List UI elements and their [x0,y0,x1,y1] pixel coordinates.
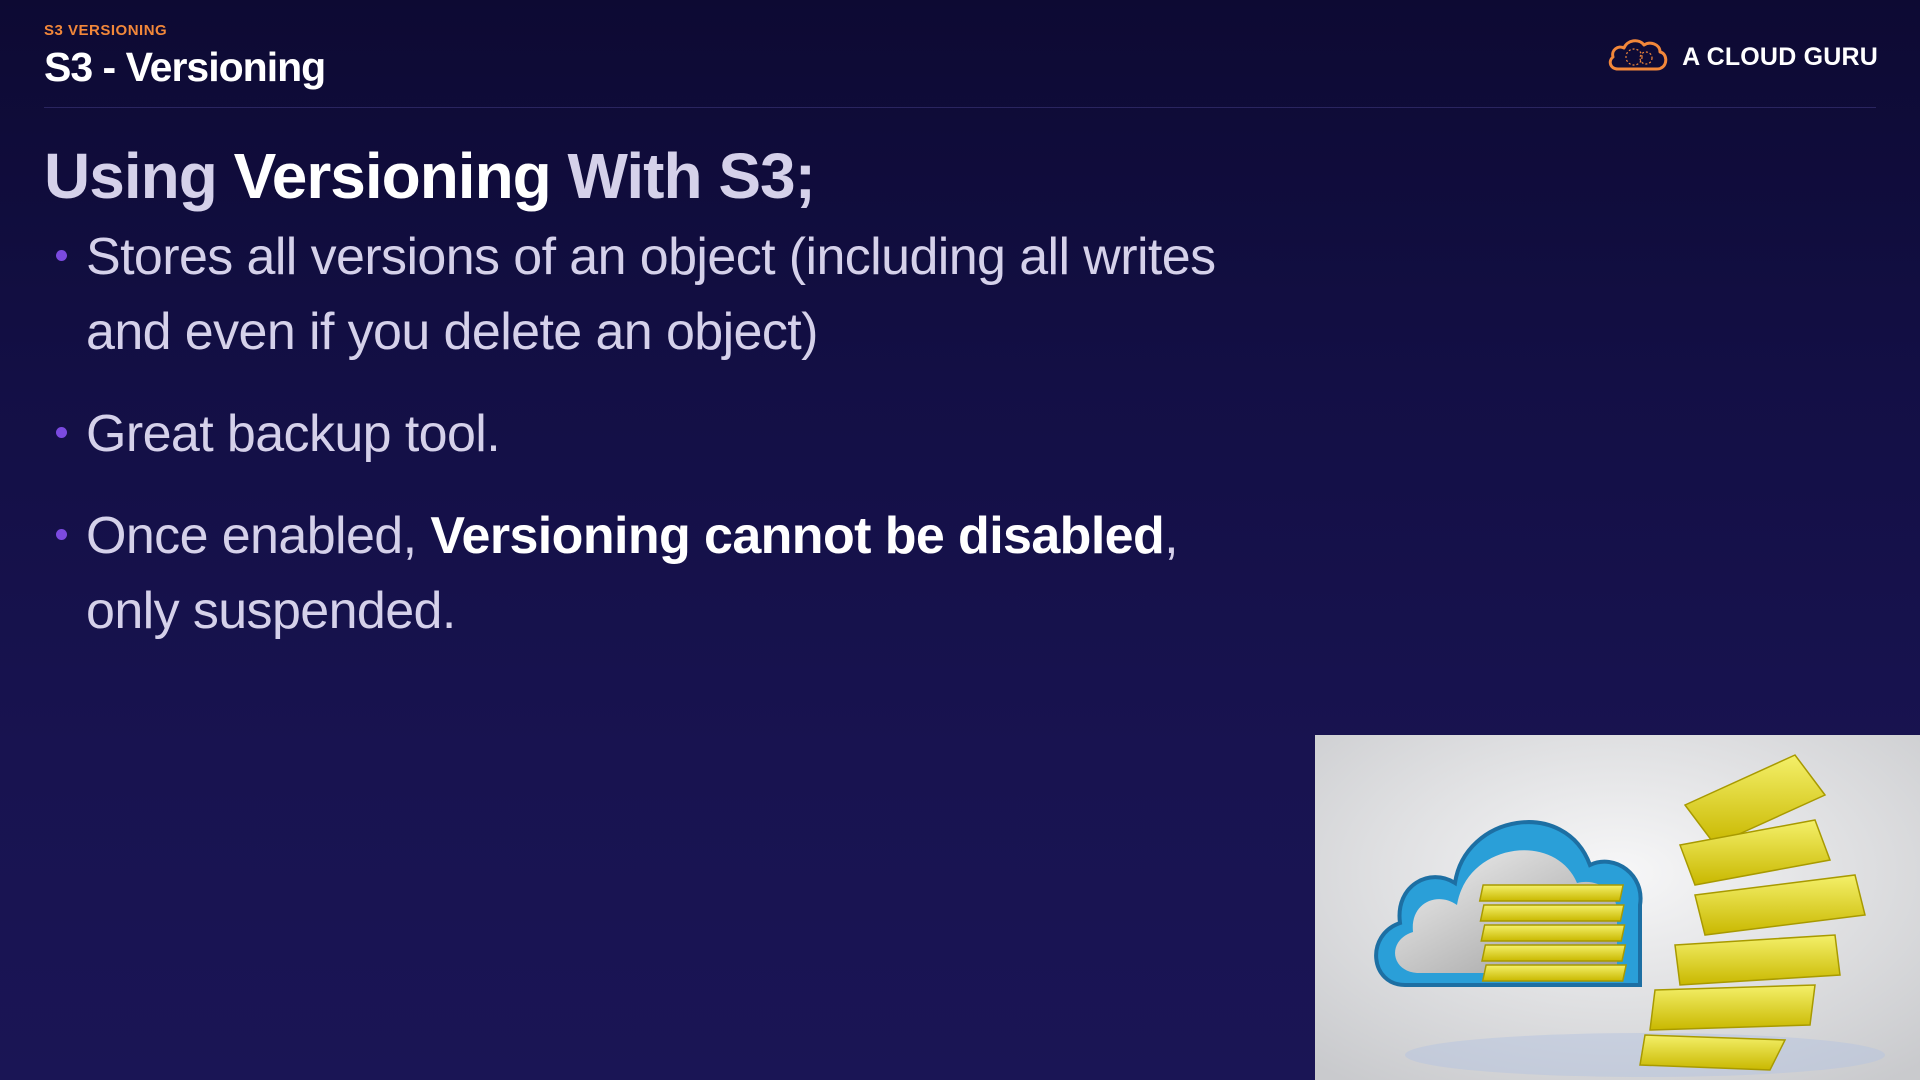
header-divider [44,107,1876,108]
section-eyebrow: S3 VERSIONING [44,22,168,39]
brand-name: A CLOUD GURU [1682,43,1878,71]
bullet-item: Once enabled, Versioning cannot be disab… [44,499,1304,649]
bullet-item: Great backup tool. [44,397,1304,472]
bullet-emphasis: Versioning cannot be disabled [430,507,1165,565]
bullet-text: , [1164,507,1179,565]
bullet-dot-icon [56,529,67,540]
bullet-text: Once enabled, [86,507,431,565]
heading-suffix: With S3; [550,140,816,212]
bullet-text: and even if you delete an object) [86,303,818,361]
heading-prefix: Using [44,140,234,212]
page-title: S3 - Versioning [44,44,326,90]
slide-header: S3 VERSIONING S3 - Versioning [44,22,326,90]
bullet-item: Stores all versions of an object (includ… [44,220,1304,370]
bullet-text: only suspended. [86,582,456,640]
brand-logo: A CLOUD GURU [1606,35,1878,80]
bullet-dot-icon [56,427,67,438]
bullet-text: Stores all versions of an object (includ… [86,228,1216,286]
bullet-list: Stores all versions of an object (includ… [44,220,1304,649]
slide-content: Using Versioning With S3; Stores all ver… [44,136,1304,676]
cloud-logo-icon [1606,35,1670,80]
heading-emphasis: Versioning [233,140,552,212]
slide-heading: Using Versioning With S3; [44,136,1304,216]
bullet-dot-icon [56,250,67,261]
cloud-with-folders-illustration [1315,735,1920,1080]
bullet-text: Great backup tool. [86,405,501,463]
